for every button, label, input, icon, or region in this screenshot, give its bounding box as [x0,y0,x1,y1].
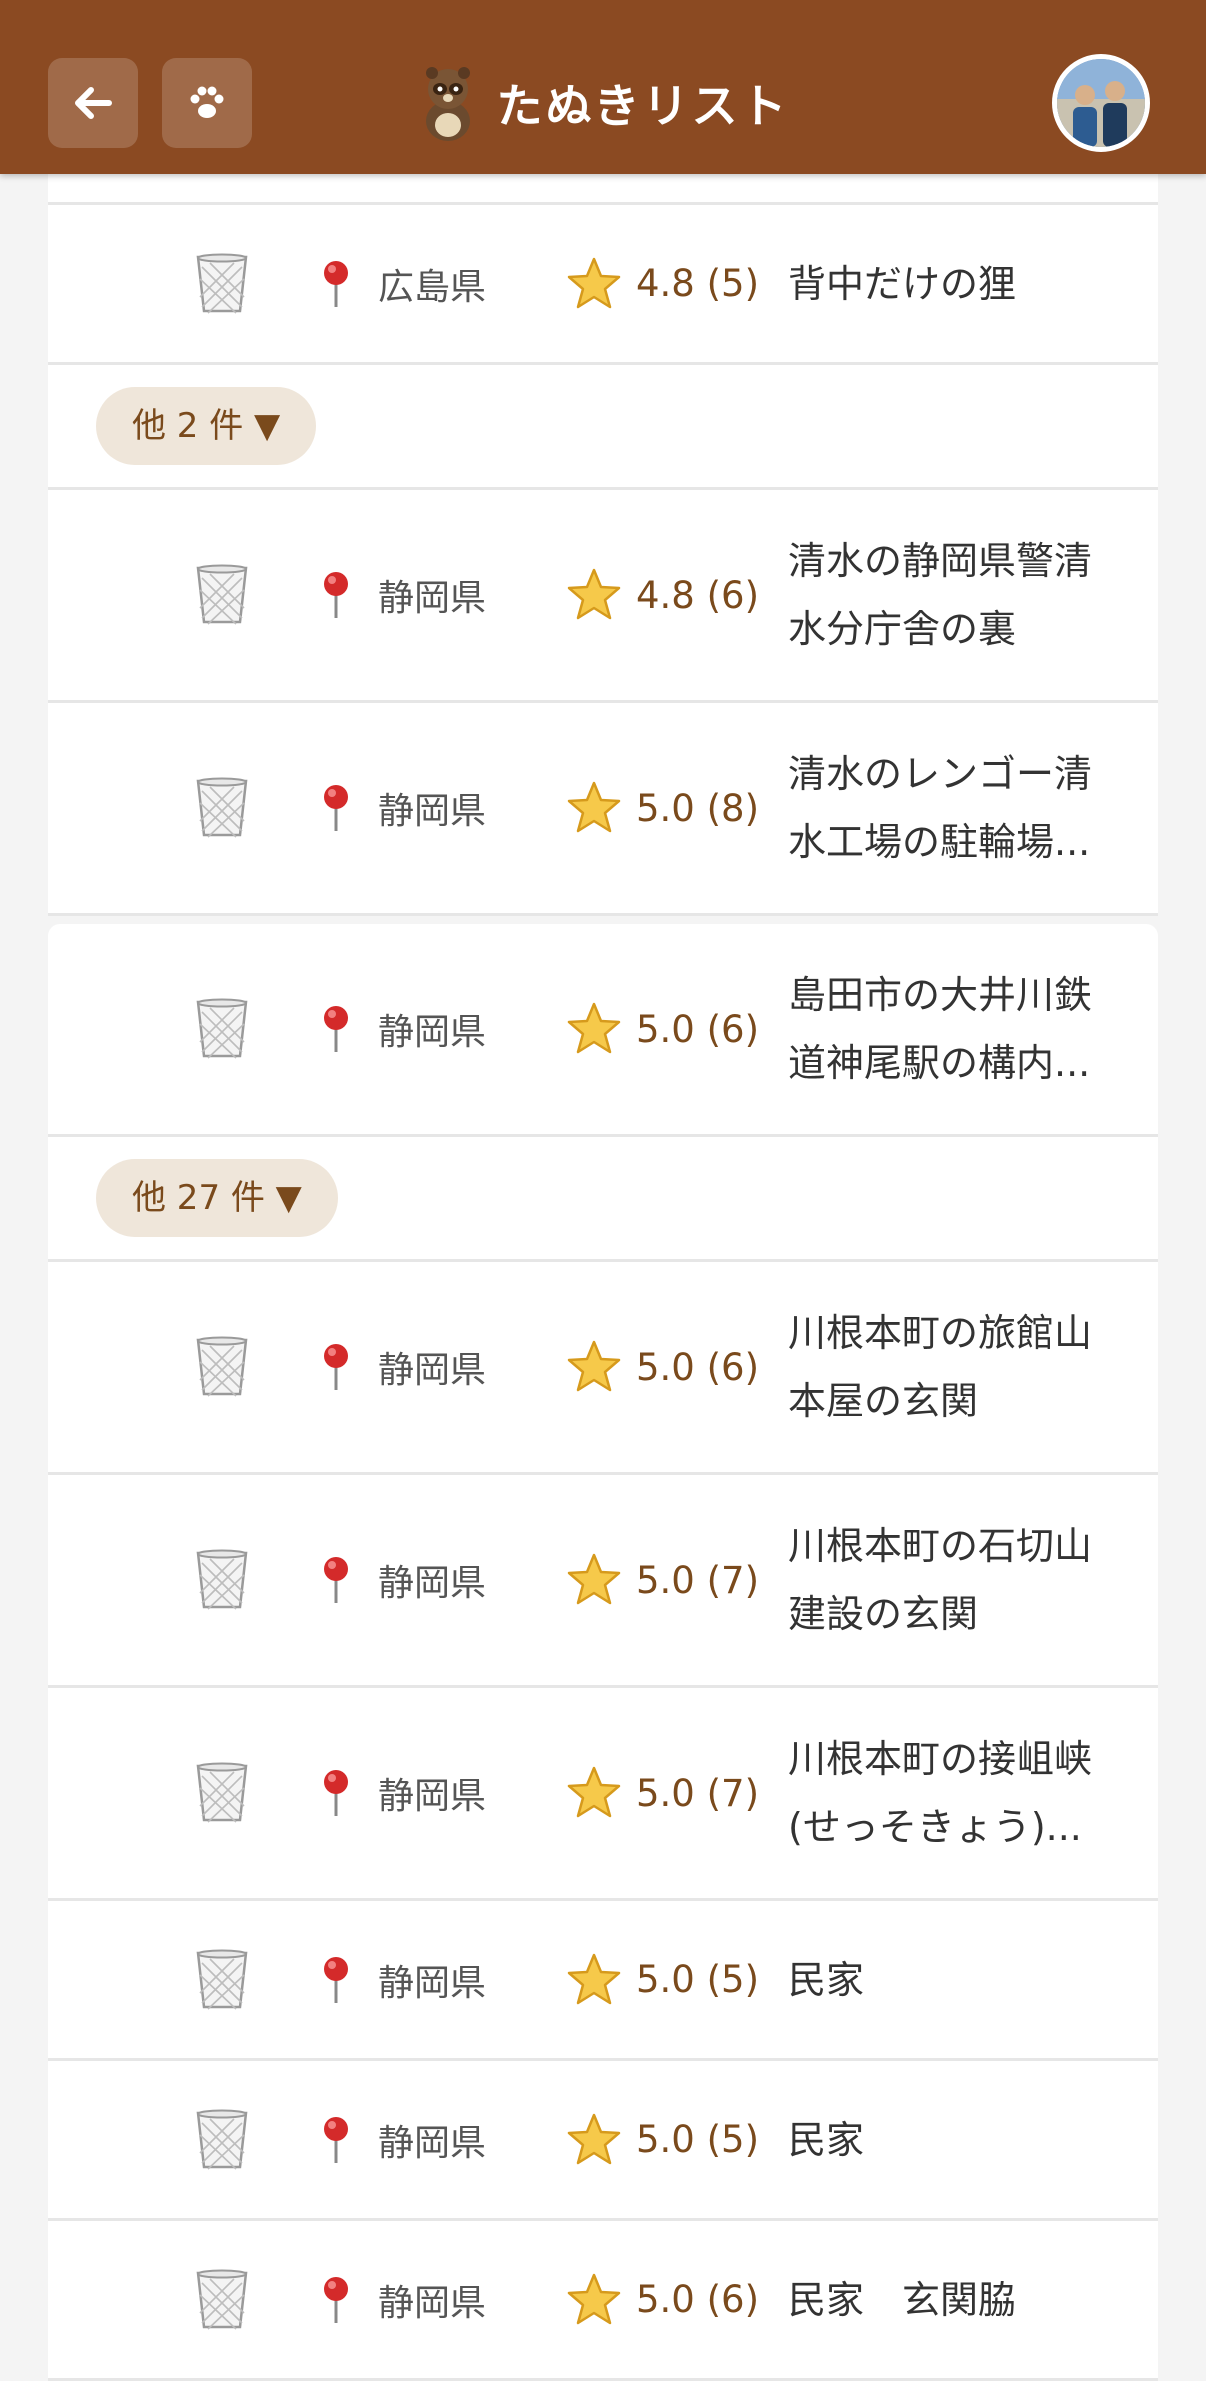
prefecture-label: 静岡県 [378,791,487,832]
show-more-row: 他 2 件 ▼ [48,365,1158,490]
pin-icon [318,783,354,833]
spot-name-line: 川根本町の接岨峡 [788,1737,1093,1781]
trash-icon[interactable] [192,2109,252,2171]
spot-name: 川根本町の石切山 建設の玄関 [788,1512,1118,1648]
spot-name: 清水の静岡県警清 水分庁舎の裏 [788,527,1118,663]
show-more-row: 他 27 件 ▼ [48,1137,1158,1262]
tanuki-icon [426,67,471,141]
spot-name: 民家 玄関脇 [788,2266,1118,2334]
prefecture-label: 静岡県 [378,1350,487,1391]
trash-icon[interactable] [192,564,252,626]
star-icon [566,1339,622,1395]
rating-label: 5.0 (6) [636,1007,760,1051]
star-icon [566,256,622,312]
spot-name: 民家 [788,2106,1118,2174]
list-item[interactable]: 静岡県 4.8 (6) 清水の静岡県警清 水分庁舎の裏 [48,490,1158,703]
rating-label: 5.0 (8) [636,786,760,830]
tanuki-list: 広島県 4.8 (5) 背中だけの狸他 2 件 ▼ 静岡県 4.8 (6) 清水の静岡県警… [48,150,1158,2381]
trash-icon[interactable] [192,1336,252,1398]
pin-icon [318,1004,354,1054]
trash-icon[interactable] [192,253,252,315]
list-item[interactable]: 静岡県 5.0 (5) 民家 [48,2061,1158,2221]
prefecture-label: 静岡県 [378,578,487,619]
spot-name-line: 清水の静岡県警清 [788,539,1093,583]
rating-label: 5.0 (7) [636,1771,760,1815]
spot-name-line: 道神尾駅の構内... [788,1041,1091,1085]
star-icon [566,1001,622,1057]
spot-name-line: 民家 玄関脇 [788,2277,1017,2322]
rating-label: 4.8 (5) [636,262,760,305]
list-item[interactable]: 広島県 4.8 (5) 背中だけの狸 [48,205,1158,365]
star-icon [566,2272,622,2328]
spot-name-line: 清水のレンゴー清 [788,752,1093,796]
spot-name-line: (せっそきょう)... [788,1805,1082,1849]
spot-name-line: 島田市の大井川鉄 [788,973,1093,1017]
pin-icon [318,1555,354,1605]
rating-label: 5.0 (6) [636,2278,760,2321]
prefecture-label: 静岡県 [378,2122,487,2164]
spot-name-line: 川根本町の旅館山 [788,1311,1093,1355]
prefecture-label: 広島県 [378,266,487,308]
spot-name-line: 川根本町の石切山 [788,1524,1093,1568]
list-item[interactable]: 静岡県 5.0 (7) 川根本町の石切山 建設の玄関 [48,1475,1158,1688]
pin-icon [318,1342,354,1392]
spot-name: 川根本町の旅館山 本屋の玄関 [788,1299,1118,1435]
spot-name-line: 背中だけの狸 [788,261,1017,306]
spot-name-line: 本屋の玄関 [788,1379,979,1423]
rating-label: 5.0 (7) [636,1558,760,1602]
star-icon [566,567,622,623]
spot-name-line: 民家 [788,2117,865,2162]
trash-icon[interactable] [192,1949,252,2011]
spot-name-line: 建設の玄関 [788,1592,979,1636]
pin-icon [318,570,354,620]
pin-icon [318,2115,354,2165]
list-item[interactable]: 静岡県 5.0 (6) 民家 玄関脇 [48,2221,1158,2381]
show-more-button[interactable]: 他 2 件 ▼ [96,387,317,465]
app-header: たぬきリスト [0,0,1206,174]
star-icon [566,1552,622,1608]
list-item[interactable]: 静岡県 5.0 (7) 川根本町の接岨峡 (せっそきょう)... [48,1688,1158,1901]
prefecture-label: 静岡県 [378,2282,487,2324]
spot-name: 島田市の大井川鉄 道神尾駅の構内... [788,961,1118,1097]
spot-name: 民家 [788,1946,1118,2014]
trash-icon[interactable] [192,998,252,1060]
trash-icon[interactable] [192,1762,252,1824]
spot-name: 川根本町の接岨峡 (せっそきょう)... [788,1725,1118,1861]
trash-icon[interactable] [192,2269,252,2331]
list-item[interactable]: 静岡県 5.0 (8) 清水のレンゴー清 水工場の駐輪場... [48,703,1158,916]
pin-icon [318,1955,354,2005]
prefecture-label: 静岡県 [378,1962,487,2004]
star-icon [566,780,622,836]
rating-label: 5.0 (6) [636,1345,760,1389]
avatar[interactable] [1052,54,1150,152]
spot-name: 背中だけの狸 [788,250,1118,318]
pin-icon [318,259,354,309]
star-icon [566,1952,622,2008]
rating-label: 5.0 (5) [636,1958,760,2001]
prefecture-label: 静岡県 [378,1563,487,1604]
pin-icon [318,2275,354,2325]
trash-icon[interactable] [192,777,252,839]
page-title: たぬきリスト [496,79,790,133]
spot-name: 清水のレンゴー清 水工場の駐輪場... [788,740,1118,876]
list-item[interactable]: 静岡県 5.0 (6) 島田市の大井川鉄 道神尾駅の構内... [48,924,1158,1137]
spot-name-line: 水工場の駐輪場... [788,820,1091,864]
star-icon [566,2112,622,2168]
pin-icon [318,1768,354,1818]
list-item[interactable]: 静岡県 5.0 (6) 川根本町の旅館山 本屋の玄関 [48,1262,1158,1475]
prefecture-label: 静岡県 [378,1012,487,1053]
show-more-button[interactable]: 他 27 件 ▼ [96,1159,338,1237]
rating-label: 5.0 (5) [636,2118,760,2161]
trash-icon[interactable] [192,1549,252,1611]
spot-name-line: 水分庁舎の裏 [788,607,1017,651]
title-area: たぬきリスト [0,58,1206,148]
star-icon [566,1765,622,1821]
list-item[interactable]: 静岡県 5.0 (5) 民家 [48,1901,1158,2061]
spot-name-line: 民家 [788,1957,865,2002]
rating-label: 4.8 (6) [636,573,760,617]
prefecture-label: 静岡県 [378,1776,487,1817]
user-photo-icon [1057,59,1145,147]
